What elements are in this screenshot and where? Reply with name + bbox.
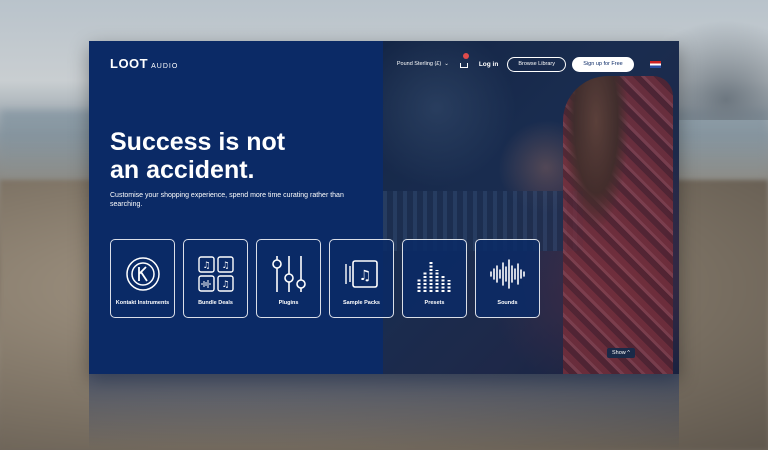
svg-text:♫: ♫: [221, 280, 229, 290]
category-label: Sounds: [497, 300, 518, 306]
category-presets[interactable]: Presets: [402, 239, 467, 318]
browse-library-button[interactable]: Browse Library: [507, 56, 566, 72]
show-toggle[interactable]: Show ^: [607, 348, 635, 358]
category-sample-packs[interactable]: ♫ Sample Packs: [329, 239, 394, 318]
logo-brand: LOOT: [110, 56, 149, 71]
screen-reflection: [89, 374, 679, 450]
bundle-icon: ♫ ♫ ♫: [197, 256, 234, 292]
currency-select[interactable]: Pound Sterling (£) ⌄: [397, 61, 449, 67]
category-list: Kontakt Instruments ♫ ♫ ♫ Bundle Deals P…: [110, 239, 540, 318]
category-plugins[interactable]: Plugins: [256, 239, 321, 318]
category-label: Presets: [424, 300, 445, 306]
logo[interactable]: LOOT AUDIO: [110, 56, 178, 71]
chevron-down-icon: ⌄: [444, 61, 449, 67]
svg-text:♫: ♫: [221, 261, 229, 271]
logo-suffix: AUDIO: [151, 63, 179, 70]
hero-line-1: Success is not: [110, 128, 286, 156]
producer-figure: [563, 76, 673, 374]
currency-label: Pound Sterling (£): [396, 61, 442, 67]
hero-line-2: an accident.: [110, 156, 255, 184]
category-kontakt[interactable]: Kontakt Instruments: [110, 239, 175, 318]
sample-pack-icon: ♫: [344, 260, 378, 288]
hero-subtitle: Customise your shopping experience, spen…: [110, 192, 344, 208]
basket-shape: [459, 63, 468, 68]
category-label: Sample Packs: [343, 300, 380, 306]
flag-icon[interactable]: [650, 60, 661, 68]
cart-icon[interactable]: [459, 53, 469, 68]
category-label: Bundle Deals: [198, 300, 233, 306]
signup-button[interactable]: Sign up for Free: [572, 56, 634, 72]
presets-icon: [417, 262, 450, 292]
svg-text:♫: ♫: [202, 261, 210, 271]
svg-text:♫: ♫: [358, 268, 371, 284]
hero-photo: [383, 41, 679, 374]
top-nav: Pound Sterling (£) ⌄ Log in Browse Libra…: [397, 53, 679, 73]
website-screen: LOOT AUDIO Pound Sterling (£) ⌄ Log in Br…: [89, 41, 679, 374]
category-sounds[interactable]: Sounds: [475, 239, 540, 318]
category-label: Plugins: [278, 300, 299, 306]
waveform-icon: [489, 259, 525, 289]
category-label: Kontakt Instruments: [115, 300, 170, 306]
cart-badge: [462, 53, 469, 59]
login-link[interactable]: Log in: [479, 61, 499, 68]
kontakt-icon: [125, 257, 160, 291]
category-bundle[interactable]: ♫ ♫ ♫ Bundle Deals: [183, 239, 248, 318]
sliders-icon: [271, 256, 306, 292]
hero-title: Success is not an accident.: [110, 128, 285, 184]
